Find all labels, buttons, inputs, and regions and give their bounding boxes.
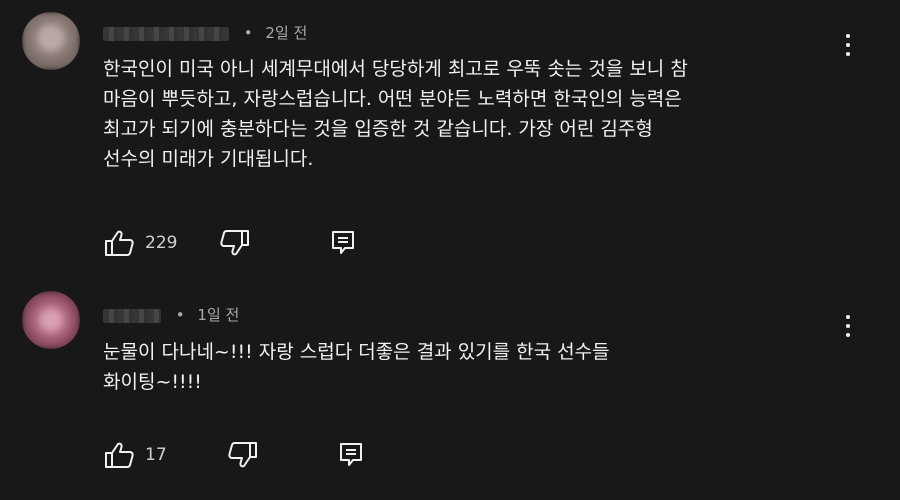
comment-meta: • 2일 전 bbox=[103, 22, 307, 43]
separator-dot: • bbox=[243, 24, 253, 42]
comment-line: 마음이 뿌듯하고, 자랑스럽습니다. 어떤 분야든 노력하면 한국인의 능력은 bbox=[103, 88, 682, 110]
thumbs-down-icon bbox=[219, 228, 251, 258]
dislike-button[interactable] bbox=[227, 440, 259, 470]
author-name-redacted[interactable] bbox=[103, 26, 229, 41]
reply-icon bbox=[339, 442, 363, 468]
comment-time[interactable]: 1일 전 bbox=[197, 306, 239, 324]
dislike-button[interactable] bbox=[219, 228, 251, 258]
comment-line: 선수의 미래가 기대됩니다. bbox=[103, 148, 314, 170]
avatar[interactable] bbox=[22, 291, 80, 349]
thumbs-up-icon bbox=[103, 440, 135, 470]
reply-button[interactable] bbox=[339, 442, 363, 468]
reply-icon bbox=[331, 230, 355, 256]
comment-time[interactable]: 2일 전 bbox=[265, 24, 307, 42]
thumbs-down-icon bbox=[227, 440, 259, 470]
comment-line: 한국인이 미국 아니 세계무대에서 당당하게 최고로 우뚝 솟는 것을 보니 참 bbox=[103, 58, 688, 80]
comment-text: 눈물이 다나네~!!! 자랑 스럽다 더좋은 결과 있기를 한국 선수들 화이팅… bbox=[103, 337, 610, 397]
comment-line: 화이팅~!!!! bbox=[103, 371, 202, 393]
thumbs-up-icon bbox=[103, 228, 135, 258]
avatar[interactable] bbox=[22, 12, 80, 70]
more-vert-icon[interactable] bbox=[836, 311, 860, 341]
comment-line: 눈물이 다나네~!!! 자랑 스럽다 더좋은 결과 있기를 한국 선수들 bbox=[103, 341, 610, 363]
like-button[interactable]: 17 bbox=[103, 440, 167, 470]
separator-dot: • bbox=[175, 306, 185, 324]
comment-text: 한국인이 미국 아니 세계무대에서 당당하게 최고로 우뚝 솟는 것을 보니 참… bbox=[103, 54, 688, 174]
more-vert-icon[interactable] bbox=[836, 30, 860, 60]
comment-line: 최고가 되기에 충분하다는 것을 입증한 것 같습니다. 가장 어린 김주형 bbox=[103, 118, 653, 140]
comment-actions: 229 bbox=[103, 228, 355, 258]
comment-meta: • 1일 전 bbox=[103, 304, 239, 325]
like-button[interactable]: 229 bbox=[103, 228, 177, 258]
author-name-redacted[interactable] bbox=[103, 308, 161, 323]
like-count: 229 bbox=[145, 233, 178, 253]
reply-button[interactable] bbox=[331, 230, 355, 256]
comment-actions: 17 bbox=[103, 440, 363, 470]
like-count: 17 bbox=[145, 445, 167, 465]
